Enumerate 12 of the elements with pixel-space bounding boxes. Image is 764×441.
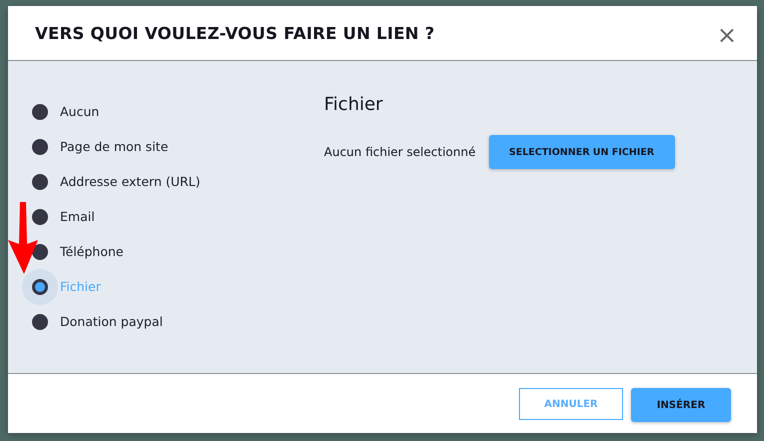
radio-option[interactable]: Donation paypal [32,304,163,339]
panel-heading: Fichier [324,94,384,115]
close-button[interactable]: × [716,23,737,47]
file-status-text: Aucun fichier selectionné [324,145,476,159]
radio-option[interactable]: Addresse extern (URL) [32,164,200,199]
radio-option[interactable]: Page de mon site [32,129,168,164]
radio-option[interactable]: Email [32,199,95,234]
insert-button[interactable]: INSÉRER [631,388,731,422]
radio-option[interactable]: Aucun [32,94,100,129]
select-file-button[interactable]: SELECTIONNER UN FICHIER [488,135,675,169]
dialog-title: VERS QUOI VOULEZ-VOUS FAIRE UN LIEN ? [35,24,435,42]
down-arrow-icon [6,202,40,274]
